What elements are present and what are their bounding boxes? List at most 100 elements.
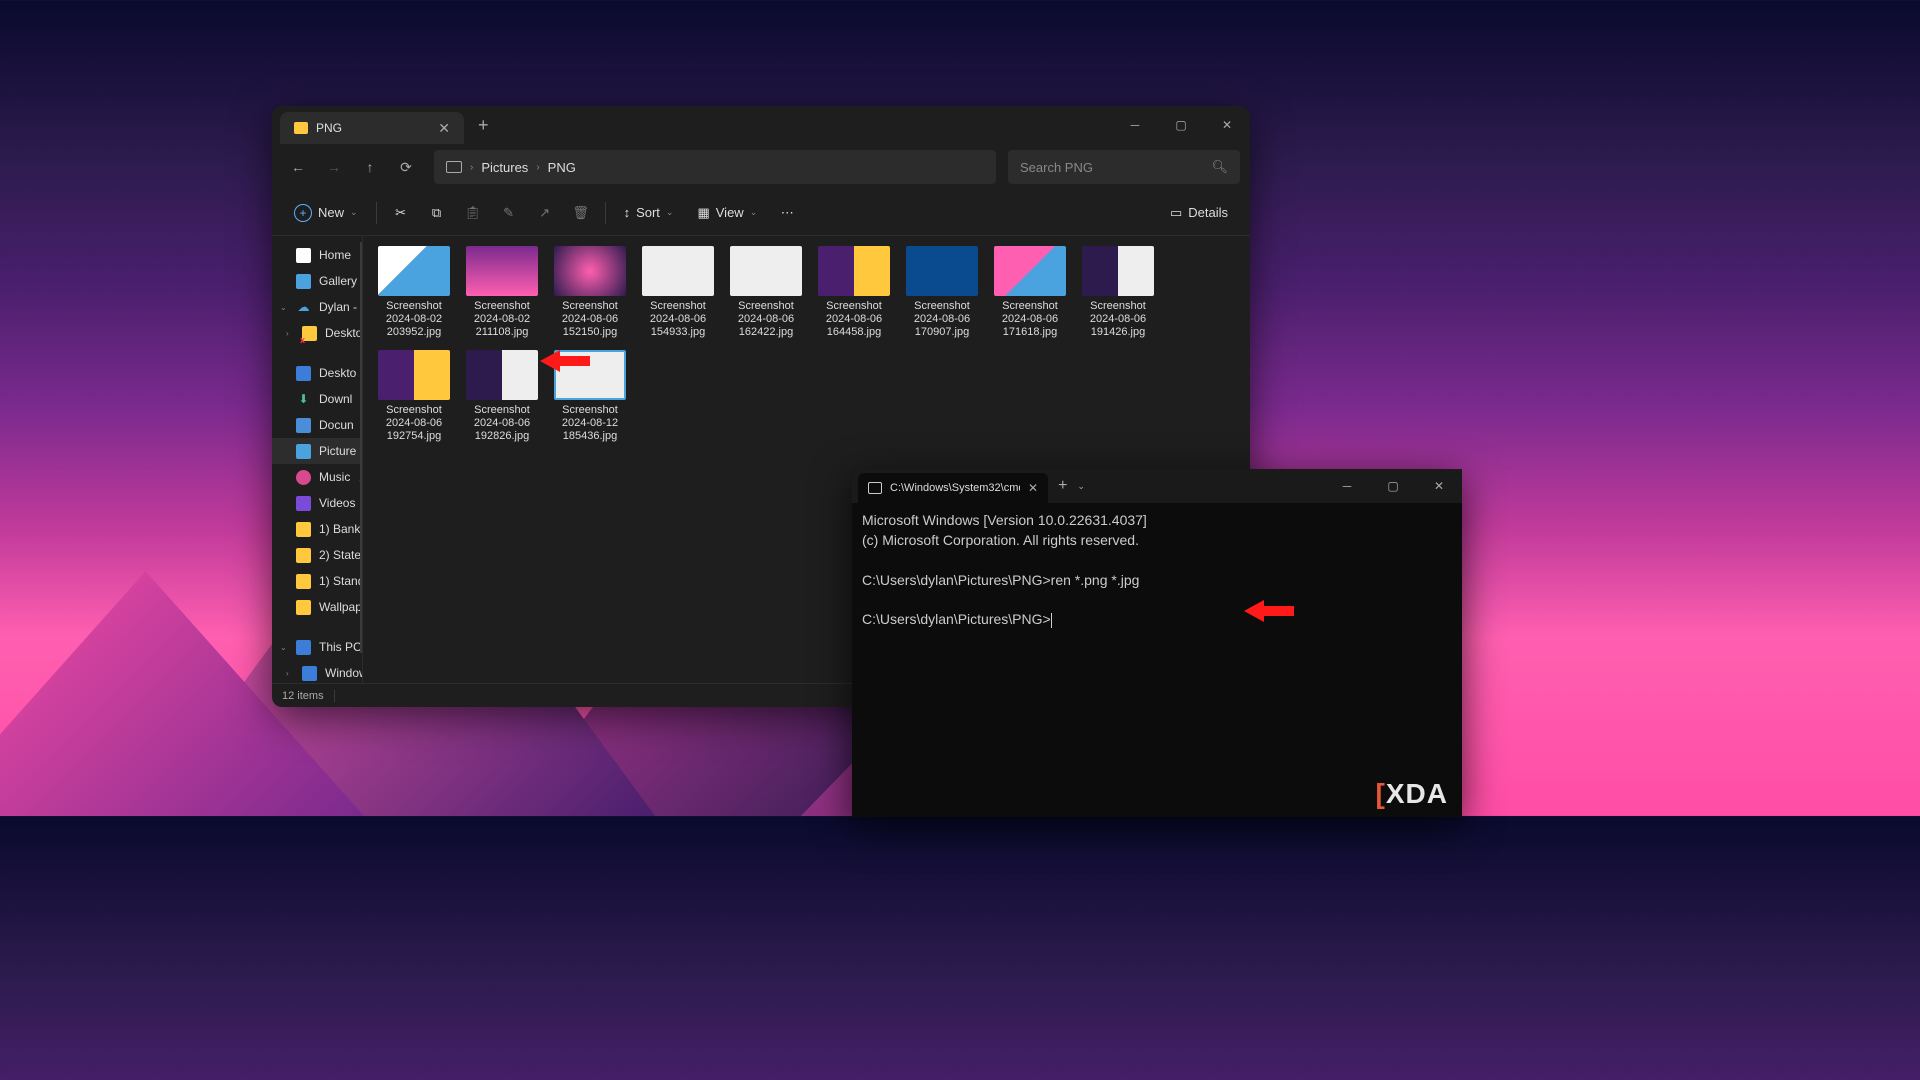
file-item[interactable]: Screenshot 2024-08-06 191426.jpg xyxy=(1079,246,1157,340)
file-name: Screenshot 2024-08-06 192826.jpg xyxy=(463,404,541,444)
tab-close-icon[interactable]: ✕ xyxy=(438,120,450,137)
cloud-icon: ☁ xyxy=(296,300,311,315)
file-item[interactable]: Screenshot 2024-08-02 203952.jpg xyxy=(375,246,453,340)
sort-icon: ↕ xyxy=(624,205,631,220)
terminal-tab-title: C:\Windows\System32\cmd.e xyxy=(890,482,1020,494)
chevron-right-icon[interactable]: › xyxy=(286,329,289,338)
gallery-icon xyxy=(296,274,311,289)
file-thumbnail xyxy=(378,350,450,400)
sidebar-onedrive[interactable]: ⌄☁Dylan - Pe xyxy=(272,294,362,320)
sidebar-pictures[interactable]: Picture📌︎ xyxy=(272,438,362,464)
back-button[interactable]: ← xyxy=(282,151,314,183)
file-thumbnail xyxy=(466,246,538,296)
sidebar-folder[interactable]: 2) Statem xyxy=(272,542,362,568)
terminal-titlebar[interactable]: C:\Windows\System32\cmd.e ✕ + ⌄ ─ ▢ ✕ xyxy=(852,469,1462,503)
home-icon xyxy=(296,248,311,263)
file-item[interactable]: Screenshot 2024-08-02 211108.jpg xyxy=(463,246,541,340)
refresh-button[interactable]: ⟳ xyxy=(390,151,422,183)
document-icon xyxy=(296,418,311,433)
file-item[interactable]: Screenshot 2024-08-06 170907.jpg xyxy=(903,246,981,340)
rename-button[interactable]: ✎ xyxy=(493,197,525,229)
cut-button[interactable]: ✂ xyxy=(385,197,417,229)
sidebar-thispc[interactable]: ⌄This PC xyxy=(272,634,362,660)
chevron-down-icon[interactable]: ⌄ xyxy=(280,303,287,312)
close-button[interactable]: ✕ xyxy=(1416,470,1462,502)
file-item[interactable]: Screenshot 2024-08-06 154933.jpg xyxy=(639,246,717,340)
file-name: Screenshot 2024-08-02 211108.jpg xyxy=(463,300,541,340)
view-button[interactable]: ▦ View ⌄ xyxy=(687,197,767,229)
file-thumbnail xyxy=(906,246,978,296)
file-item[interactable]: Screenshot 2024-08-06 192826.jpg xyxy=(463,350,541,444)
file-name: Screenshot 2024-08-06 164458.jpg xyxy=(815,300,893,340)
close-button[interactable]: ✕ xyxy=(1204,109,1250,141)
terminal-window: C:\Windows\System32\cmd.e ✕ + ⌄ ─ ▢ ✕ Mi… xyxy=(852,469,1462,817)
chevron-down-icon[interactable]: ⌄ xyxy=(280,643,287,652)
minimize-button[interactable]: ─ xyxy=(1112,109,1158,141)
file-thumbnail xyxy=(642,246,714,296)
chevron-right-icon[interactable]: › xyxy=(286,669,289,678)
sort-button[interactable]: ↕ Sort ⌄ xyxy=(614,197,684,229)
file-name: Screenshot 2024-08-06 171618.jpg xyxy=(991,300,1069,340)
explorer-tab[interactable]: PNG ✕ xyxy=(280,112,464,144)
sidebar-music[interactable]: Music📌︎ xyxy=(272,464,362,490)
sidebar-desktop[interactable]: Deskto📌︎ xyxy=(272,360,362,386)
terminal-text: Microsoft Windows [Version 10.0.22631.40… xyxy=(862,512,1147,627)
sidebar-home[interactable]: Home xyxy=(272,242,362,268)
maximize-button[interactable]: ▢ xyxy=(1158,109,1204,141)
sidebar-folder[interactable]: 1) Banks xyxy=(272,516,362,542)
details-button[interactable]: ▭ Details xyxy=(1160,197,1238,229)
breadcrumb[interactable]: › Pictures › PNG xyxy=(434,150,996,184)
file-name: Screenshot 2024-08-06 152150.jpg xyxy=(551,300,629,340)
tab-close-icon[interactable]: ✕ xyxy=(1028,481,1038,495)
up-button[interactable]: ↑ xyxy=(354,151,386,183)
file-thumbnail xyxy=(730,246,802,296)
sidebar-windows-drive[interactable]: ›Window xyxy=(272,660,362,683)
file-name: Screenshot 2024-08-12 185436.jpg xyxy=(551,404,629,444)
monitor-icon[interactable] xyxy=(446,161,462,173)
file-name: Screenshot 2024-08-06 192754.jpg xyxy=(375,404,453,444)
sidebar-downloads[interactable]: ⬇Downl📌︎ xyxy=(272,386,362,412)
new-tab-button[interactable]: + xyxy=(478,115,489,136)
sidebar-desktop-cloud[interactable]: ›Desktop xyxy=(272,320,362,346)
file-name: Screenshot 2024-08-02 203952.jpg xyxy=(375,300,453,340)
file-item[interactable]: Screenshot 2024-08-06 164458.jpg xyxy=(815,246,893,340)
download-icon: ⬇ xyxy=(296,392,311,407)
file-item[interactable]: Screenshot 2024-08-06 162422.jpg xyxy=(727,246,805,340)
chevron-down-icon: ⌄ xyxy=(750,207,758,218)
details-icon: ▭ xyxy=(1170,205,1182,221)
titlebar[interactable]: PNG ✕ + ─ ▢ ✕ xyxy=(272,106,1250,144)
file-name: Screenshot 2024-08-06 154933.jpg xyxy=(639,300,717,340)
file-thumbnail xyxy=(554,246,626,296)
watermark: [XDA xyxy=(1376,778,1448,810)
cmd-icon xyxy=(868,482,882,494)
share-button[interactable]: ↗ xyxy=(529,197,561,229)
maximize-button[interactable]: ▢ xyxy=(1370,470,1416,502)
minimize-button[interactable]: ─ xyxy=(1324,470,1370,502)
sidebar-folder[interactable]: 1) Standa xyxy=(272,568,362,594)
file-item[interactable]: Screenshot 2024-08-06 152150.jpg xyxy=(551,246,629,340)
new-button[interactable]: + New ⌄ xyxy=(284,197,368,229)
file-name: Screenshot 2024-08-06 170907.jpg xyxy=(903,300,981,340)
sidebar-videos[interactable]: Videos📌︎ xyxy=(272,490,362,516)
sidebar: Home Gallery ⌄☁Dylan - Pe ›Desktop Deskt… xyxy=(272,236,363,683)
chevron-right-icon: › xyxy=(470,162,473,173)
sidebar-documents[interactable]: Docun📌︎ xyxy=(272,412,362,438)
file-name: Screenshot 2024-08-06 162422.jpg xyxy=(727,300,805,340)
new-tab-button[interactable]: + xyxy=(1058,477,1067,495)
paste-button[interactable]: 📋︎ xyxy=(457,197,489,229)
delete-button[interactable]: 🗑︎ xyxy=(565,197,597,229)
sidebar-gallery[interactable]: Gallery xyxy=(272,268,362,294)
file-name: Screenshot 2024-08-06 191426.jpg xyxy=(1079,300,1157,340)
copy-button[interactable]: ⧉ xyxy=(421,197,453,229)
terminal-body[interactable]: Microsoft Windows [Version 10.0.22631.40… xyxy=(852,503,1462,817)
file-item[interactable]: Screenshot 2024-08-06 171618.jpg xyxy=(991,246,1069,340)
sidebar-folder[interactable]: Wallpape xyxy=(272,594,362,620)
file-item[interactable]: Screenshot 2024-08-06 192754.jpg xyxy=(375,350,453,444)
forward-button[interactable]: → xyxy=(318,151,350,183)
chevron-down-icon[interactable]: ⌄ xyxy=(1077,481,1085,492)
breadcrumb-item[interactable]: PNG xyxy=(548,160,576,175)
terminal-tab[interactable]: C:\Windows\System32\cmd.e ✕ xyxy=(858,473,1048,503)
breadcrumb-item[interactable]: Pictures xyxy=(481,160,528,175)
search-input[interactable]: Search PNG 🔍︎ xyxy=(1008,150,1240,184)
more-button[interactable]: ⋯ xyxy=(771,197,803,229)
